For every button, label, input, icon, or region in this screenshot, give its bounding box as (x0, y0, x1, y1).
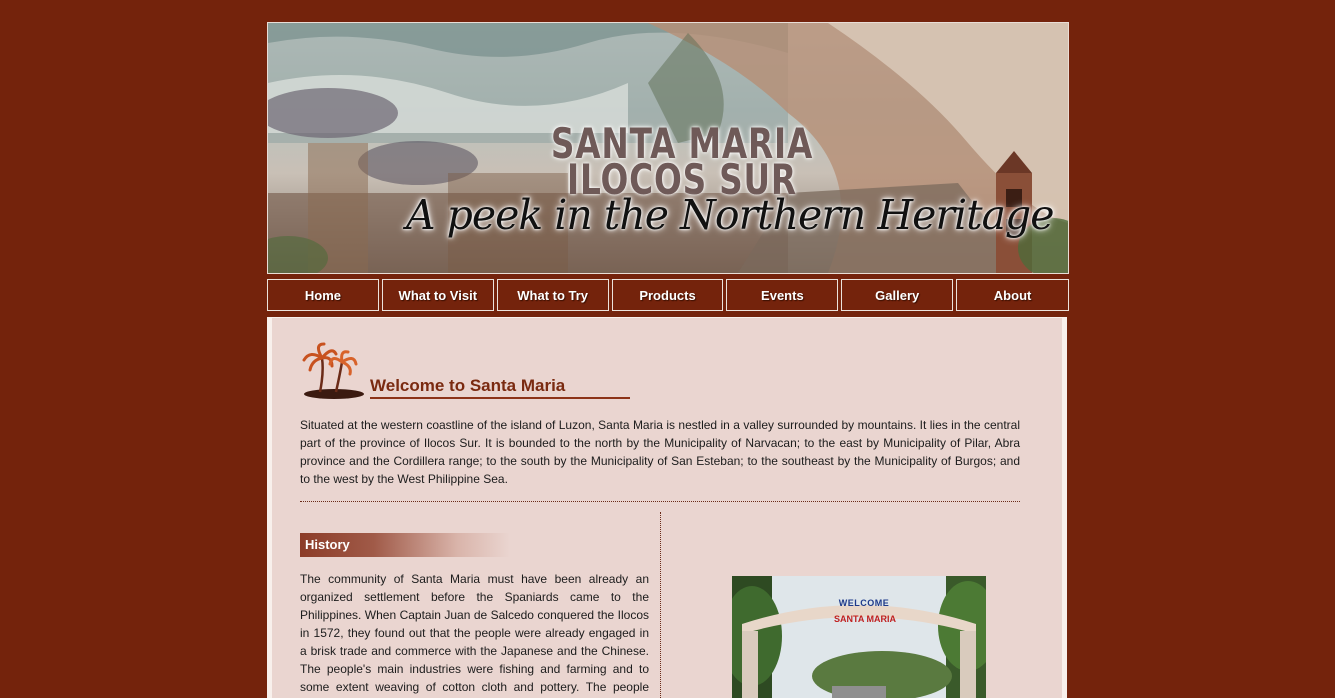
main-content: Welcome to Santa Maria Situated at the w… (267, 317, 1067, 698)
column-divider (660, 512, 661, 698)
banner-tagline: A peek in the Northern Heritage (406, 191, 1055, 239)
nav-home[interactable]: Home (267, 279, 379, 311)
nav-what-to-visit[interactable]: What to Visit (381, 279, 494, 311)
palm-tree-icon (302, 342, 364, 399)
nav-gallery[interactable]: Gallery (841, 279, 954, 311)
history-paragraph: The community of Santa Maria must have b… (300, 572, 649, 694)
nav-about[interactable]: About (956, 279, 1069, 311)
page-wrapper: SANTA MARIA ILOCOS SUR A peek in the Nor… (267, 22, 1069, 698)
photo-sign-santa-maria: SANTA MARIA (834, 614, 896, 624)
intro-paragraph: Situated at the western coastline of the… (300, 418, 1020, 486)
welcome-arch-photo: WELCOME SANTA MARIA (732, 576, 986, 698)
header-banner: SANTA MARIA ILOCOS SUR A peek in the Nor… (267, 22, 1069, 274)
nav-products[interactable]: Products (611, 279, 724, 311)
section-divider (300, 501, 1020, 502)
nav-what-to-try[interactable]: What to Try (496, 279, 609, 311)
history-heading: History (300, 533, 510, 557)
main-navigation: Home What to Visit What to Try Products … (267, 279, 1069, 311)
nav-events[interactable]: Events (726, 279, 839, 311)
welcome-heading: Welcome to Santa Maria (370, 376, 630, 399)
photo-sign-welcome: WELCOME (838, 598, 890, 608)
